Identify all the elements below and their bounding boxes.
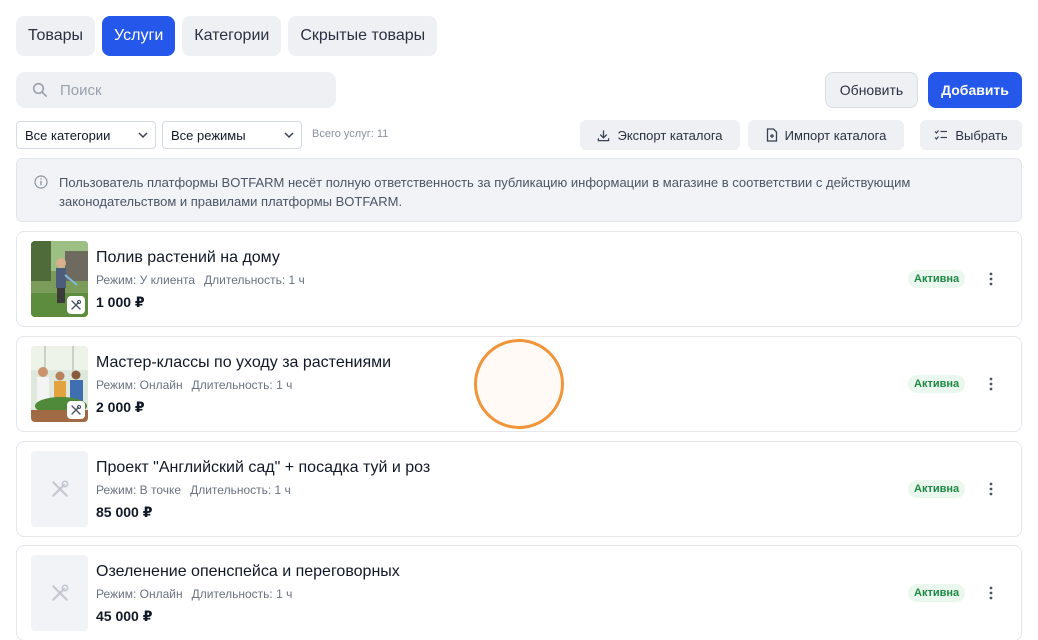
search-input[interactable] bbox=[60, 81, 290, 99]
chevron-down-icon bbox=[284, 132, 294, 139]
select-label: Выбрать bbox=[955, 127, 1008, 143]
services-total: Всего услуг: 11 bbox=[312, 128, 389, 140]
kebab-icon bbox=[989, 272, 993, 286]
service-title[interactable]: Мастер-классы по уходу за растениями bbox=[96, 354, 391, 372]
status-badge: Активна bbox=[908, 584, 966, 602]
info-icon bbox=[34, 175, 48, 189]
tab-products[interactable]: Товары bbox=[16, 16, 96, 56]
import-catalog-button[interactable]: Импорт каталога bbox=[748, 120, 904, 150]
kebab-icon bbox=[989, 377, 993, 391]
category-select[interactable]: Все категории bbox=[16, 121, 156, 149]
service-card[interactable]: Проект "Английский сад" + посадка туй и … bbox=[16, 441, 1022, 537]
service-mode: Режим: Онлайн bbox=[96, 587, 183, 601]
service-card[interactable]: Мастер-классы по уходу за растениями Реж… bbox=[16, 336, 1022, 432]
export-catalog-button[interactable]: Экспорт каталога bbox=[580, 120, 740, 150]
checklist-icon bbox=[934, 130, 948, 140]
mode-select-value: Все режимы bbox=[171, 127, 246, 143]
responsibility-notice: Пользователь платформы BOTFARM несёт пол… bbox=[16, 158, 1022, 222]
tools-icon bbox=[71, 404, 82, 415]
tab-hidden-products[interactable]: Скрытые товары bbox=[288, 16, 438, 56]
tab-categories[interactable]: Категории bbox=[182, 16, 282, 56]
tab-bar: Товары Услуги Категории Скрытые товары bbox=[16, 16, 438, 56]
mode-select[interactable]: Все режимы bbox=[162, 121, 302, 149]
service-duration: Длительность: 1 ч bbox=[204, 273, 305, 287]
tools-icon bbox=[71, 299, 82, 310]
service-photo-placeholder bbox=[31, 555, 88, 631]
service-price: 85 000 ₽ bbox=[96, 504, 153, 520]
notice-text: Пользователь платформы BOTFARM несёт пол… bbox=[59, 175, 911, 209]
service-duration: Длительность: 1 ч bbox=[190, 483, 291, 497]
service-meta: Режим: Онлайн Длительность: 1 ч bbox=[96, 587, 292, 601]
kebab-menu-button[interactable] bbox=[983, 269, 999, 289]
tab-services[interactable]: Услуги bbox=[102, 16, 176, 56]
chevron-down-icon bbox=[138, 132, 148, 139]
service-price: 1 000 ₽ bbox=[96, 294, 145, 310]
service-meta: Режим: Онлайн Длительность: 1 ч bbox=[96, 378, 292, 392]
search-icon bbox=[32, 82, 47, 97]
service-title[interactable]: Озеленение опенспейса и переговорных bbox=[96, 563, 400, 581]
kebab-menu-button[interactable] bbox=[983, 583, 999, 603]
search-box[interactable] bbox=[16, 72, 336, 108]
add-button[interactable]: Добавить bbox=[928, 72, 1022, 108]
service-type-badge bbox=[67, 401, 85, 419]
service-meta: Режим: У клиента Длительность: 1 ч bbox=[96, 273, 305, 287]
service-title[interactable]: Полив растений на дому bbox=[96, 249, 280, 267]
service-photo bbox=[31, 241, 88, 317]
kebab-icon bbox=[989, 482, 993, 496]
tools-icon bbox=[51, 584, 69, 601]
category-select-value: Все категории bbox=[25, 127, 111, 143]
service-type-badge bbox=[67, 296, 85, 314]
refresh-button[interactable]: Обновить bbox=[825, 72, 918, 108]
service-mode: Режим: У клиента bbox=[96, 273, 196, 287]
service-price: 2 000 ₽ bbox=[96, 399, 145, 415]
tools-icon bbox=[51, 480, 69, 497]
status-badge: Активна bbox=[908, 480, 966, 498]
service-duration: Длительность: 1 ч bbox=[191, 587, 293, 601]
service-title[interactable]: Проект "Английский сад" + посадка туй и … bbox=[96, 459, 430, 477]
select-button[interactable]: Выбрать bbox=[920, 120, 1022, 150]
status-badge: Активна bbox=[908, 375, 966, 393]
export-catalog-label: Экспорт каталога bbox=[617, 127, 723, 143]
service-card[interactable]: Озеленение опенспейса и переговорных Реж… bbox=[16, 545, 1022, 640]
import-catalog-label: Импорт каталога bbox=[784, 127, 887, 143]
service-photo bbox=[31, 346, 88, 422]
service-photo-placeholder bbox=[31, 451, 88, 527]
service-meta: Режим: В точке Длительность: 1 ч bbox=[96, 483, 291, 497]
service-duration: Длительность: 1 ч bbox=[191, 378, 293, 392]
service-mode: Режим: Онлайн bbox=[96, 378, 183, 392]
status-badge: Активна bbox=[908, 270, 966, 288]
kebab-menu-button[interactable] bbox=[983, 479, 999, 499]
download-icon bbox=[598, 129, 610, 141]
file-icon bbox=[766, 128, 777, 142]
kebab-menu-button[interactable] bbox=[983, 374, 999, 394]
service-price: 45 000 ₽ bbox=[96, 608, 153, 624]
service-mode: Режим: В точке bbox=[96, 483, 182, 497]
service-card[interactable]: Полив растений на дому Режим: У клиента Д… bbox=[16, 231, 1022, 327]
kebab-icon bbox=[989, 586, 993, 600]
